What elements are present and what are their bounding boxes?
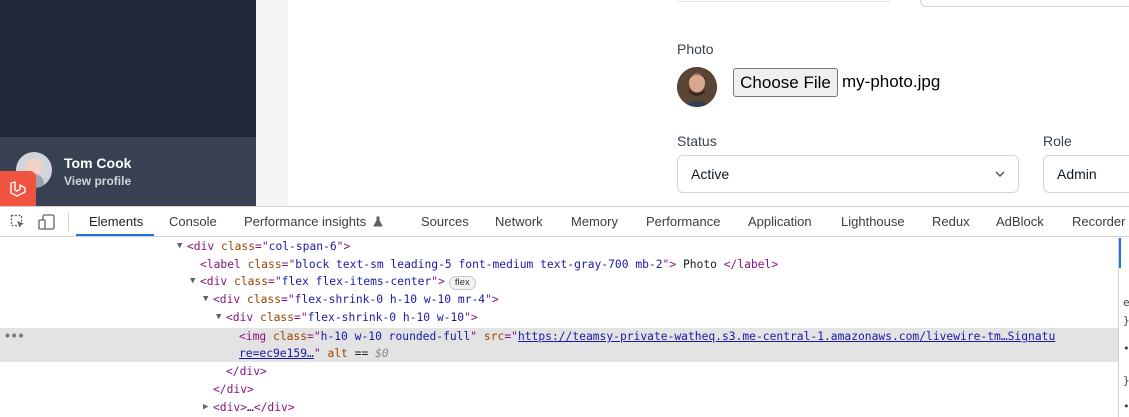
tab-lighthouse[interactable]: Lighthouse <box>841 214 905 229</box>
tab-performance-insights-label: Performance insights <box>244 214 367 229</box>
tab-sources[interactable]: Sources <box>421 214 469 229</box>
tab-memory[interactable]: Memory <box>571 214 618 229</box>
collapsed-ellipsis: … <box>247 401 254 414</box>
side-pane-char: • <box>1123 400 1129 413</box>
previous-field-left[interactable] <box>678 0 891 2</box>
side-pane-char: } <box>1123 314 1129 327</box>
tab-network[interactable]: Network <box>495 214 543 229</box>
node-class: block text-sm leading-5 font-medium text… <box>295 258 663 271</box>
content-gutter <box>256 0 288 206</box>
side-pane-char: • <box>1123 342 1129 355</box>
devtools-tabbar: Elements Console Performance insights So… <box>0 207 1129 237</box>
tab-elements[interactable]: Elements <box>89 214 143 229</box>
tab-redux[interactable]: Redux <box>932 214 970 229</box>
status-select-value: Active <box>691 166 730 182</box>
flex-badge[interactable]: flex <box>448 276 476 290</box>
app-viewport: Tom Cook View profile Photo Choose File … <box>0 0 1129 206</box>
experiment-flask-icon <box>372 216 383 227</box>
tab-adblock[interactable]: AdBlock <box>996 214 1044 229</box>
node-class: flex-shrink-0 h-10 w-10 <box>307 311 465 324</box>
role-label: Role <box>1043 133 1072 149</box>
device-toolbar-icon[interactable] <box>38 214 56 230</box>
screen: Tom Cook View profile Photo Choose File … <box>0 0 1129 417</box>
tab-performance-insights[interactable]: Performance insights <box>244 214 383 229</box>
toolbar-divider <box>68 213 69 231</box>
dom-node-flex[interactable]: ▼ <div class="flex flex-items-center"> fl… <box>0 273 1118 290</box>
dom-node-avatar-inner[interactable]: ▼ <div class="flex-shrink-0 h-10 w-10"> <box>0 309 1118 326</box>
status-label: Status <box>677 133 717 149</box>
node-class: flex flex-items-center <box>281 275 432 288</box>
side-pane-char: } <box>1123 374 1129 387</box>
sidebar: Tom Cook View profile <box>0 0 256 206</box>
role-select-value: Admin <box>1057 166 1097 182</box>
status-select[interactable]: Active <box>677 155 1019 193</box>
expand-triangle-icon[interactable]: ▼ <box>177 238 182 255</box>
laravel-icon-shape <box>10 180 26 197</box>
dom-node-col-span-6[interactable]: ▼ <div class="col-span-6"> <box>0 238 1118 255</box>
dom-node-label[interactable]: <label class="block text-sm leading-5 fo… <box>0 256 1118 273</box>
dom-node-img-selected[interactable]: ••• <img class="h-10 w-10 rounded-full" … <box>0 328 1118 362</box>
dom-node-avatar-wrapper[interactable]: ▼ <div class="flex-shrink-0 h-10 w-10 mr… <box>0 291 1118 308</box>
tab-performance[interactable]: Performance <box>646 214 720 229</box>
photo-avatar <box>677 67 717 107</box>
console-ref: $0 <box>375 347 389 360</box>
expand-triangle-icon[interactable]: ▼ <box>216 309 221 326</box>
user-name: Tom Cook <box>64 155 132 171</box>
selected-file-name: my-photo.jpg <box>842 72 941 91</box>
expand-triangle-icon[interactable]: ▼ <box>190 273 195 290</box>
previous-field-right[interactable] <box>920 0 1129 7</box>
photo-label: Photo <box>677 41 714 57</box>
node-class: flex-shrink-0 h-10 w-10 mr-4 <box>294 293 486 306</box>
dom-tree: ▼ <div class="col-span-6"> <label class=… <box>0 238 1118 417</box>
img-src-link[interactable]: https://teamsy-private-watheq.s3.me-cent… <box>518 330 1055 343</box>
tab-recorder[interactable]: Recorder <box>1072 214 1125 229</box>
side-pane-accent <box>1119 238 1121 268</box>
devtools-panel: Elements Console Performance insights So… <box>0 206 1129 417</box>
inspect-element-icon[interactable] <box>10 214 26 230</box>
dom-node-close-div[interactable]: </div> <box>0 363 1118 380</box>
choose-file-button[interactable]: Choose File <box>733 68 838 97</box>
dom-node-close-div[interactable]: </div> <box>0 381 1118 398</box>
eq-marker: == <box>347 347 376 360</box>
styles-side-pane: e } • } • <box>1118 238 1129 417</box>
role-select[interactable]: Admin <box>1043 155 1129 193</box>
active-tab-indicator <box>76 234 154 236</box>
img-src-link-cont[interactable]: re=ec9e159… <box>239 347 314 360</box>
tab-console[interactable]: Console <box>169 214 217 229</box>
tab-application[interactable]: Application <box>748 214 812 229</box>
node-text: Photo <box>676 258 724 271</box>
node-class: h-10 w-10 rounded-full <box>320 330 471 343</box>
chevron-down-icon <box>995 171 1005 178</box>
expand-triangle-icon[interactable]: ▼ <box>203 291 208 308</box>
expand-triangle-icon[interactable]: ▶ <box>203 399 208 416</box>
photo-portrait-icon <box>677 67 717 107</box>
side-pane-char: e <box>1123 296 1129 309</box>
laravel-logo-icon[interactable] <box>0 171 36 206</box>
node-class: col-span-6 <box>268 240 337 253</box>
more-actions-icon[interactable]: ••• <box>4 328 24 345</box>
dom-node-collapsed-div[interactable]: ▶ <div>…</div> <box>0 399 1118 416</box>
view-profile-link[interactable]: View profile <box>64 174 131 188</box>
